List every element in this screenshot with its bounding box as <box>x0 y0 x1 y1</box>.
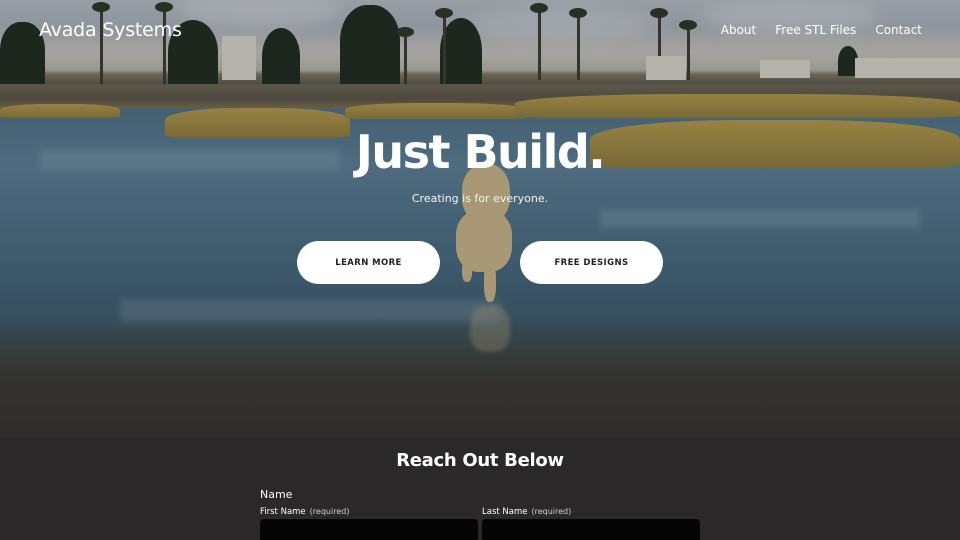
last-name-label: Last Name (required) <box>482 507 571 517</box>
learn-more-button[interactable]: LEARN MORE <box>297 241 440 284</box>
free-designs-button[interactable]: FREE DESIGNS <box>520 241 663 284</box>
site-logo[interactable]: Avada Systems <box>39 19 182 41</box>
nav-link-free-stl-files[interactable]: Free STL Files <box>775 23 856 37</box>
main-nav: About Free STL Files Contact <box>721 23 922 37</box>
first-name-label: First Name (required) <box>260 507 349 517</box>
first-name-label-text: First Name <box>260 507 306 517</box>
hero-subline: Creating is for everyone. <box>411 192 549 205</box>
nav-link-about[interactable]: About <box>721 23 756 37</box>
hero-background-photo <box>0 0 960 437</box>
first-name-input[interactable] <box>260 519 478 540</box>
last-name-required-note: (required) <box>531 507 572 516</box>
name-field-label: Name <box>260 488 293 501</box>
hero-headline: Just Build. <box>355 125 606 179</box>
first-name-required-note: (required) <box>309 507 350 516</box>
last-name-input[interactable] <box>482 519 700 540</box>
contact-title: Reach Out Below <box>396 450 564 471</box>
last-name-label-text: Last Name <box>482 507 528 517</box>
nav-link-contact[interactable]: Contact <box>875 23 922 37</box>
contact-section: Reach Out Below Name First Name (required… <box>0 437 960 540</box>
